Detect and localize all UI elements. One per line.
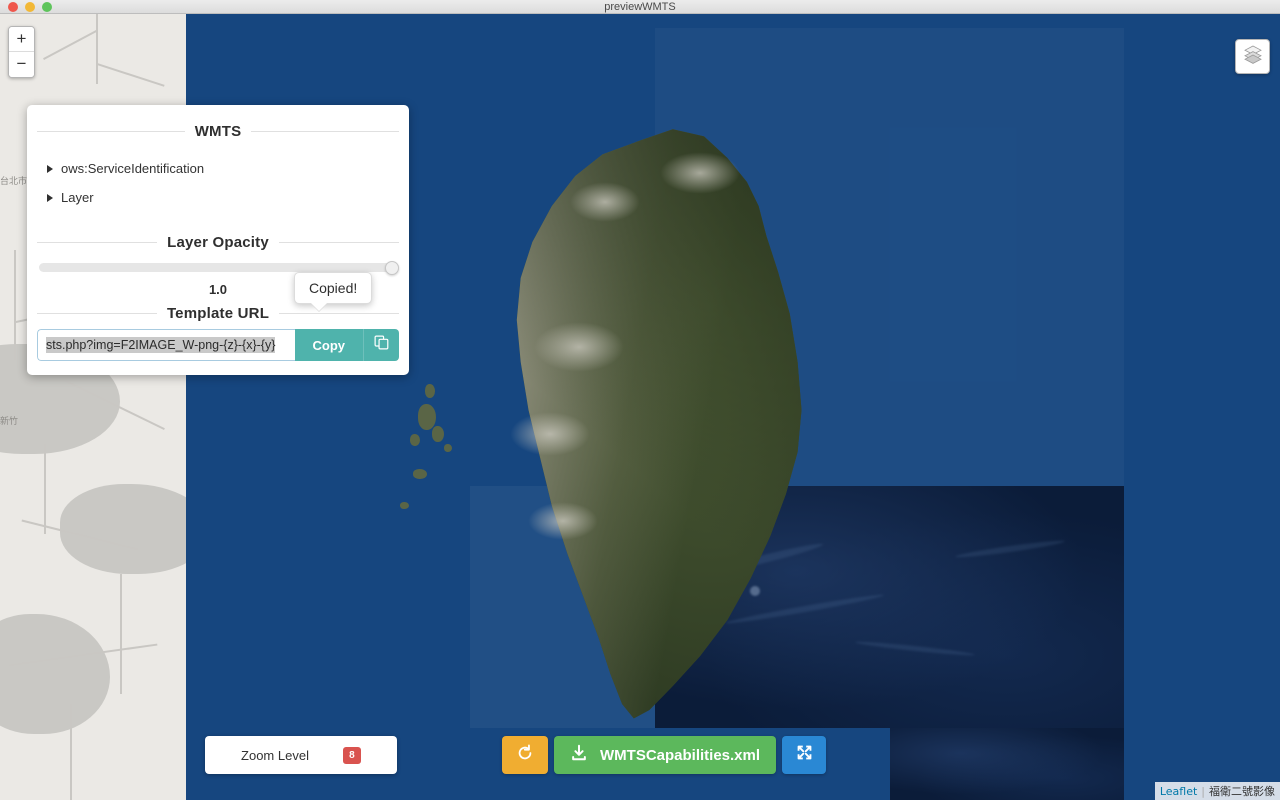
attribution-source: 福衛二號影像 [1209, 785, 1275, 798]
download-capabilities-button[interactable]: WMTSCapabilities.xml [554, 736, 777, 774]
template-url-value: sts.php?img=F2IMAGE_W-png-{z}-{x}-{y} [46, 337, 276, 353]
map-canvas[interactable]: 台北市 新竹 + − WMTS ows:ServiceIdentificatio… [0, 14, 1280, 800]
zoom-level-badge: 8 [342, 746, 361, 764]
map-attribution: Leaflet | 福衛二號影像 [1154, 782, 1280, 800]
template-url-input[interactable]: sts.php?img=F2IMAGE_W-png-{z}-{x}-{y} [37, 329, 295, 361]
opacity-title: Layer Opacity [167, 234, 269, 251]
download-button-label: WMTSCapabilities.xml [600, 746, 761, 764]
panel-title-legend: WMTS [37, 123, 399, 140]
copied-tooltip-text: Copied! [309, 280, 358, 296]
fullscreen-button[interactable] [782, 736, 827, 774]
app-window: previewWMTS 台北市 新竹 + − WMTS ows:ServiceI… [0, 0, 1280, 800]
opacity-slider-handle[interactable] [385, 261, 399, 275]
reset-view-button[interactable] [502, 736, 548, 774]
tree-node-label: Layer [61, 190, 94, 205]
opacity-slider[interactable] [37, 257, 399, 275]
layers-control-button[interactable] [1235, 39, 1270, 74]
copy-button[interactable]: Copy [294, 329, 363, 361]
panel-title: WMTS [194, 123, 242, 140]
title-bar: previewWMTS [0, 0, 1280, 14]
copy-icon [374, 335, 389, 355]
tree-node-service-identification[interactable]: ows:ServiceIdentification [47, 154, 399, 183]
copied-tooltip: Copied! [294, 272, 373, 312]
template-url-legend: Template URL [37, 305, 400, 322]
zoom-level-label: Zoom Level [241, 747, 309, 763]
bottom-button-bar: WMTSCapabilities.xml [502, 736, 827, 774]
zoom-out-button[interactable]: − [9, 52, 34, 77]
reset-arrow-icon [516, 744, 534, 767]
capabilities-tree: ows:ServiceIdentification Layer [37, 146, 399, 226]
basemap-label-hsinchu: 新竹 [0, 417, 19, 427]
download-icon [570, 744, 588, 766]
expand-arrows-icon [796, 744, 813, 766]
template-url-row: sts.php?img=F2IMAGE_W-png-{z}-{x}-{y} Co… [37, 329, 399, 361]
template-url-title: Template URL [166, 305, 270, 322]
zoom-control[interactable]: + − [8, 26, 35, 78]
layers-stack-icon [1243, 44, 1263, 69]
islet [400, 502, 409, 509]
islet [425, 384, 435, 398]
zoom-in-button[interactable]: + [9, 27, 34, 52]
islet [410, 434, 420, 446]
attribution-separator: | [1201, 784, 1205, 798]
taiwan-island-overlay [470, 122, 860, 722]
window-title: previewWMTS [604, 0, 676, 13]
tree-node-layer[interactable]: Layer [47, 183, 399, 212]
islet [444, 444, 452, 452]
islet [413, 469, 427, 479]
islet [432, 426, 444, 442]
copy-icon-button[interactable] [363, 329, 399, 361]
opacity-slider-track[interactable] [39, 261, 399, 275]
tree-node-label: ows:ServiceIdentification [61, 161, 205, 176]
basemap-label-taipei: 台北市 [0, 177, 28, 187]
chevron-right-icon[interactable] [47, 193, 53, 202]
chevron-right-icon[interactable] [47, 164, 53, 173]
leaflet-link[interactable]: Leaflet [1160, 785, 1197, 798]
islet [418, 404, 436, 430]
zoom-level-indicator[interactable]: Zoom Level 8 [205, 736, 397, 774]
opacity-legend: Layer Opacity [37, 234, 400, 251]
bathymetry-tile [890, 728, 1124, 800]
wmts-panel: WMTS ows:ServiceIdentification Layer Lay… [27, 105, 409, 375]
